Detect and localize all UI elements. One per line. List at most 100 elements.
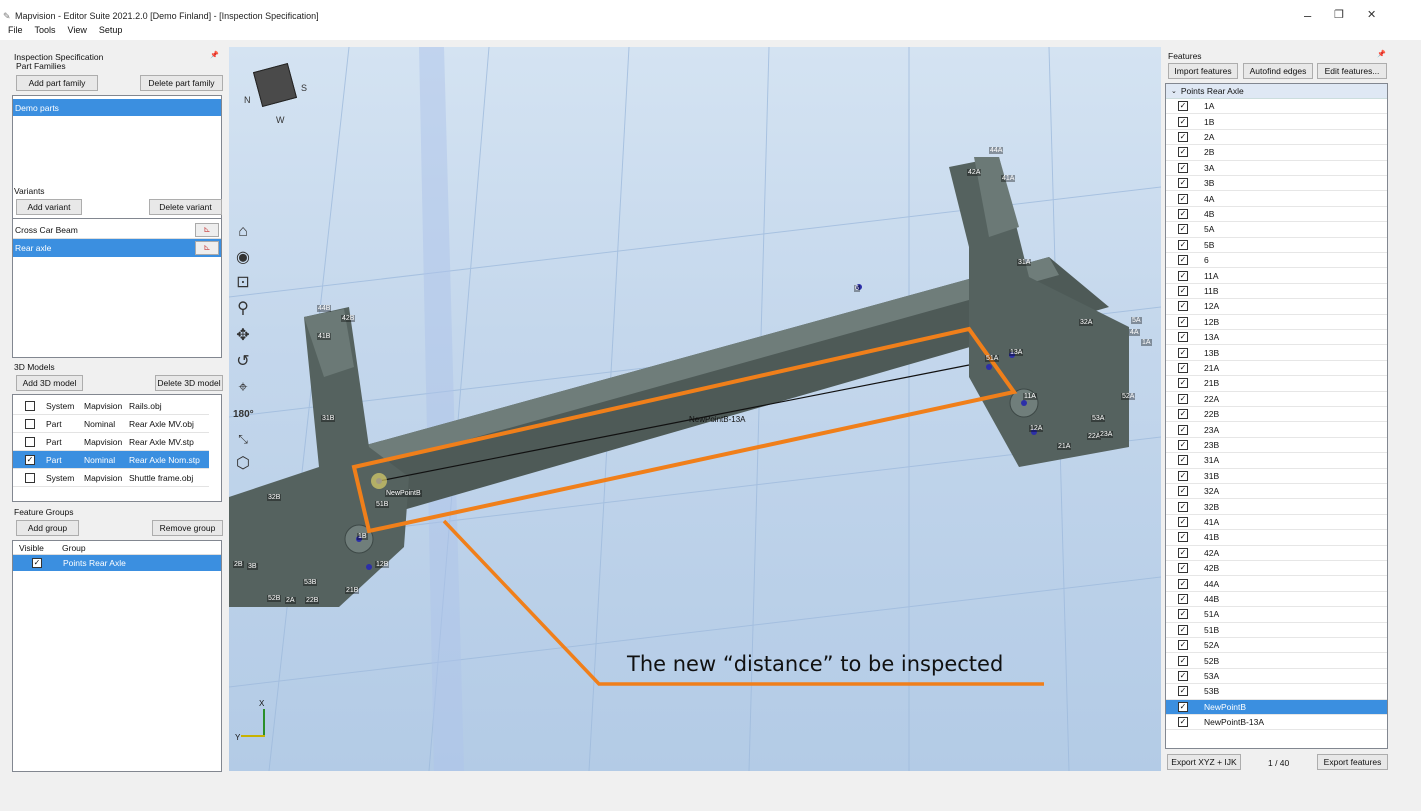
menu-item-tools[interactable]: Tools — [35, 25, 56, 39]
model-checkbox[interactable]: ✓ — [25, 454, 35, 465]
feature-checkbox[interactable]: ✓ — [1178, 547, 1188, 558]
feature-checkbox[interactable]: ✓ — [1178, 301, 1188, 312]
feature-row[interactable]: ✓ 5A — [1166, 222, 1387, 238]
feature-checkbox[interactable]: ✓ — [1178, 470, 1188, 481]
feature-row[interactable]: ✓ 22A — [1166, 392, 1387, 407]
feature-row[interactable]: ✓ 6 — [1166, 253, 1387, 269]
feature-checkbox[interactable]: ✓ — [1178, 208, 1188, 219]
feature-checkbox[interactable]: ✓ — [1178, 686, 1188, 697]
feature-row[interactable]: ✓ 32A — [1166, 484, 1387, 500]
menu-item-file[interactable]: File — [8, 25, 23, 39]
feature-checkbox[interactable]: ✓ — [1178, 162, 1188, 173]
point-label[interactable]: 52B — [267, 595, 282, 602]
autofind-edges-button[interactable]: Autofind edges — [1243, 63, 1313, 79]
model-checkbox[interactable] — [25, 472, 35, 483]
list-item-variant-selected[interactable]: Rear axle ⊾ — [13, 239, 221, 257]
point-label[interactable]: 2B — [233, 561, 244, 568]
feature-row[interactable]: ✓ 22B — [1166, 407, 1387, 423]
point-label[interactable]: 53A — [1091, 415, 1106, 422]
point-label[interactable]: 5A — [1131, 317, 1142, 324]
feature-row[interactable]: ✓ 44A — [1166, 576, 1387, 592]
add-group-button[interactable]: Add group — [16, 520, 79, 536]
menu-item-view[interactable]: View — [68, 25, 87, 39]
feature-checkbox[interactable]: ✓ — [1178, 439, 1188, 450]
feature-row[interactable]: ✓ 13A — [1166, 330, 1387, 346]
remove-group-button[interactable]: Remove group — [152, 520, 223, 536]
point-label[interactable]: 31B — [321, 415, 336, 422]
feature-checkbox[interactable]: ✓ — [1178, 178, 1188, 189]
point-label[interactable]: 3B — [247, 563, 258, 570]
menu-item-setup[interactable]: Setup — [99, 25, 123, 39]
feature-checkbox[interactable]: ✓ — [1178, 655, 1188, 666]
feature-row[interactable]: ✓ 3B — [1166, 176, 1387, 192]
point-label[interactable]: 32A — [1079, 319, 1094, 326]
feature-row[interactable]: ✓ 2B — [1166, 145, 1387, 161]
feature-checkbox[interactable]: ✓ — [1178, 224, 1188, 235]
feature-checkbox[interactable]: ✓ — [1178, 593, 1188, 604]
feature-row[interactable]: ✓ 2A — [1166, 130, 1387, 146]
feature-row[interactable]: ✓ 1B — [1166, 114, 1387, 130]
3d-viewport[interactable]: N S W ⌂ ◉ ⊡ ⚲ ✥ ↺ ⌖ 180° ⤡ ⬡ NewPointB-1… — [229, 47, 1161, 771]
point-label[interactable]: 4A — [1129, 329, 1140, 336]
feature-row[interactable]: ✓ 51A — [1166, 607, 1387, 623]
feature-checkbox[interactable]: ✓ — [1178, 347, 1188, 358]
feature-row[interactable]: ✓ 23B — [1166, 438, 1387, 454]
table-row[interactable]: System Mapvision Rails.obj — [13, 397, 209, 415]
point-label[interactable]: 44A — [989, 147, 1004, 154]
feature-checkbox[interactable]: ✓ — [1178, 640, 1188, 651]
add-3d-model-button[interactable]: Add 3D model — [16, 375, 83, 391]
feature-checkbox[interactable]: ✓ — [1178, 378, 1188, 389]
import-features-button[interactable]: Import features — [1168, 63, 1238, 79]
point-label[interactable]: 12B — [375, 561, 390, 568]
point-label[interactable]: 21B — [345, 587, 360, 594]
point-label[interactable]: 13A — [1009, 349, 1024, 356]
point-label[interactable]: 42B — [341, 315, 356, 322]
feature-row[interactable]: ✓ NewPointB — [1166, 699, 1387, 715]
feature-checkbox[interactable]: ✓ — [1178, 116, 1188, 127]
minimize-button[interactable]: – — [1304, 8, 1311, 23]
feature-checkbox[interactable]: ✓ — [1178, 670, 1188, 681]
feature-checkbox[interactable]: ✓ — [1178, 609, 1188, 620]
feature-row[interactable]: ✓ 21B — [1166, 376, 1387, 392]
feature-checkbox[interactable]: ✓ — [1178, 516, 1188, 527]
point-label[interactable]: 42A — [967, 169, 982, 176]
table-row[interactable]: ✓ Part Nominal Rear Axle Nom.stp — [13, 451, 209, 469]
feature-checkbox[interactable]: ✓ — [1178, 717, 1188, 728]
close-button[interactable]: ✕ — [1367, 8, 1376, 21]
feature-checkbox[interactable]: ✓ — [1178, 147, 1188, 158]
point-label[interactable]: 1A — [1141, 339, 1152, 346]
list-item-part-family[interactable]: Demo parts — [13, 99, 221, 116]
point-label[interactable]: 12A — [1029, 425, 1044, 432]
home-icon[interactable]: ⌂ — [234, 223, 252, 241]
edit-features-button[interactable]: Edit features... — [1317, 63, 1387, 79]
feature-checkbox[interactable]: ✓ — [1178, 486, 1188, 497]
feature-checkbox[interactable]: ✓ — [1178, 532, 1188, 543]
feature-row[interactable]: ✓ 11A — [1166, 268, 1387, 284]
point-label[interactable]: 31A — [1017, 259, 1032, 266]
point-label[interactable]: 53B — [303, 579, 318, 586]
point-label[interactable]: 2A — [285, 597, 296, 604]
feature-row[interactable]: ✓ 1A — [1166, 99, 1387, 115]
delete-3d-model-button[interactable]: Delete 3D model — [155, 375, 223, 391]
feature-row[interactable]: ✓ 41B — [1166, 530, 1387, 546]
feature-row[interactable]: ✓ 4A — [1166, 191, 1387, 207]
feature-checkbox[interactable]: ✓ — [1178, 362, 1188, 373]
model-checkbox[interactable] — [25, 400, 35, 411]
feature-row[interactable]: ✓ 42A — [1166, 546, 1387, 561]
fit-icon[interactable]: ⤡ — [234, 430, 252, 448]
feature-row[interactable]: ✓ 41A — [1166, 515, 1387, 531]
zoom-window-icon[interactable]: ⊡ — [234, 274, 252, 292]
feature-checkbox[interactable]: ✓ — [1178, 409, 1188, 420]
axis-icon[interactable]: ⊾ — [195, 241, 219, 255]
feature-row[interactable]: ✓ 42B — [1166, 561, 1387, 577]
model-checkbox[interactable] — [25, 418, 35, 429]
point-label[interactable]: 6 — [854, 285, 860, 292]
table-row[interactable]: Part Mapvision Rear Axle MV.stp — [13, 433, 209, 451]
pan-icon[interactable]: ✥ — [234, 327, 252, 345]
feature-checkbox[interactable]: ✓ — [1178, 193, 1188, 204]
feature-row[interactable]: ✓ 52A — [1166, 638, 1387, 654]
feature-checkbox[interactable]: ✓ — [1178, 501, 1188, 512]
feature-checkbox[interactable]: ✓ — [1178, 285, 1188, 296]
pin-icon[interactable]: 📌 — [1377, 50, 1386, 58]
point-label[interactable]: 22B — [305, 597, 320, 604]
